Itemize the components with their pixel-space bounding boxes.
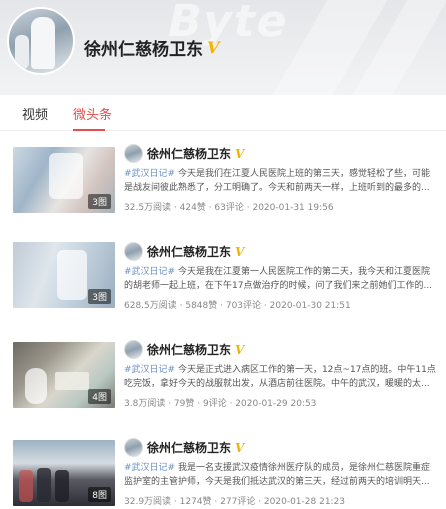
content-tabs: 视频 微头条: [0, 97, 446, 131]
like-count: 424赞: [179, 203, 206, 213]
author-avatar: [124, 340, 143, 359]
author-name: 徐州仁慈杨卫东: [147, 147, 232, 161]
post-thumbnail[interactable]: 4图: [13, 342, 115, 408]
post-time: 2020-01-28 21:23: [263, 497, 346, 507]
author-name: 徐州仁慈杨卫东: [147, 441, 232, 455]
image-count-badge: 8图: [88, 487, 111, 502]
post-author[interactable]: 徐州仁慈杨卫东 V: [124, 144, 244, 163]
verified-badge-icon: V: [235, 244, 245, 259]
post-meta: 32.9万阅读 · 1274赞 · 277评论 · 2020-01-28 21:…: [124, 497, 346, 507]
post-summary[interactable]: #武汉日记# 我是一名支援武汉疫情徐州医疗队的成员，是徐州仁慈医院重症监护室的主…: [124, 461, 436, 489]
post-summary[interactable]: #武汉日记# 今天是我在江夏第一人民医院工作的第二天，我今天和江夏医院的胡老师一…: [124, 265, 436, 293]
tab-micro-headline[interactable]: 微头条: [73, 104, 112, 123]
verified-badge-icon: V: [235, 342, 245, 357]
author-name: 徐州仁慈杨卫东: [147, 245, 232, 259]
like-count: 79赞: [173, 399, 195, 409]
post-meta: 628.5万阅读 · 5848赞 · 703评论 · 2020-01-30 21…: [124, 301, 351, 311]
author-name: 徐州仁慈杨卫东: [147, 343, 232, 357]
image-count-badge: 4图: [88, 389, 111, 404]
comment-count: 9评论: [202, 399, 227, 409]
read-count: 32.9万阅读: [124, 497, 172, 507]
post-summary[interactable]: #武汉日记# 今天是我们在江夏人民医院上班的第三天，感觉轻松了些，可能是战友间彼…: [124, 167, 436, 195]
post-meta: 3.8万阅读 · 79赞 · 9评论 · 2020-01-29 20:53: [124, 399, 317, 409]
post-time: 2020-01-31 19:56: [252, 203, 334, 213]
comment-count: 63评论: [214, 203, 244, 213]
profile-avatar[interactable]: [7, 7, 75, 75]
author-avatar: [124, 242, 143, 261]
author-avatar: [124, 144, 143, 163]
author-avatar: [124, 438, 143, 457]
profile-name-text: 徐州仁慈杨卫东: [84, 40, 203, 60]
like-count: 1274赞: [179, 497, 212, 507]
comment-count: 277评论: [220, 497, 256, 507]
post-author[interactable]: 徐州仁慈杨卫东 V: [124, 340, 244, 359]
verified-badge-icon: V: [235, 440, 245, 455]
topic-tag[interactable]: #武汉日记#: [124, 365, 175, 375]
post-author[interactable]: 徐州仁慈杨卫东 V: [124, 438, 244, 457]
post-item[interactable]: 3图 徐州仁慈杨卫东 V #武汉日记# 今天是我在江夏第一人民医院工作的第二天，…: [0, 229, 446, 327]
post-author[interactable]: 徐州仁慈杨卫东 V: [124, 242, 244, 261]
post-thumbnail[interactable]: 8图: [13, 440, 115, 506]
post-item[interactable]: 8图 徐州仁慈杨卫东 V #武汉日记# 我是一名支援武汉疫情徐州医疗队的成员，是…: [0, 425, 446, 509]
post-summary[interactable]: #武汉日记# 今天是正式进入病区工作的第一天，12点~17点的班。中午11点吃完…: [124, 363, 436, 391]
tab-video[interactable]: 视频: [22, 104, 48, 123]
topic-tag[interactable]: #武汉日记#: [124, 267, 175, 277]
verified-badge-icon: V: [207, 38, 220, 57]
topic-tag[interactable]: #武汉日记#: [124, 169, 175, 179]
read-count: 32.5万阅读: [124, 203, 172, 213]
post-time: 2020-01-29 20:53: [235, 399, 317, 409]
image-count-badge: 3图: [88, 194, 111, 209]
read-count: 628.5万阅读: [124, 301, 177, 311]
read-count: 3.8万阅读: [124, 399, 166, 409]
post-time: 2020-01-30 21:51: [269, 301, 351, 311]
comment-count: 703评论: [225, 301, 262, 311]
post-thumbnail[interactable]: 3图: [13, 147, 115, 213]
like-count: 5848赞: [185, 301, 218, 311]
image-count-badge: 3图: [88, 289, 111, 304]
profile-name: 徐州仁慈杨卫东 V: [84, 35, 219, 60]
post-item[interactable]: 3图 徐州仁慈杨卫东 V #武汉日记# 今天是我们在江夏人民医院上班的第三天，感…: [0, 131, 446, 229]
post-thumbnail[interactable]: 3图: [13, 242, 115, 308]
topic-tag[interactable]: #武汉日记#: [124, 463, 175, 473]
post-item[interactable]: 4图 徐州仁慈杨卫东 V #武汉日记# 今天是正式进入病区工作的第一天，12点~…: [0, 327, 446, 425]
verified-badge-icon: V: [235, 146, 245, 161]
post-meta: 32.5万阅读 · 424赞 · 63评论 · 2020-01-31 19:56: [124, 203, 334, 213]
